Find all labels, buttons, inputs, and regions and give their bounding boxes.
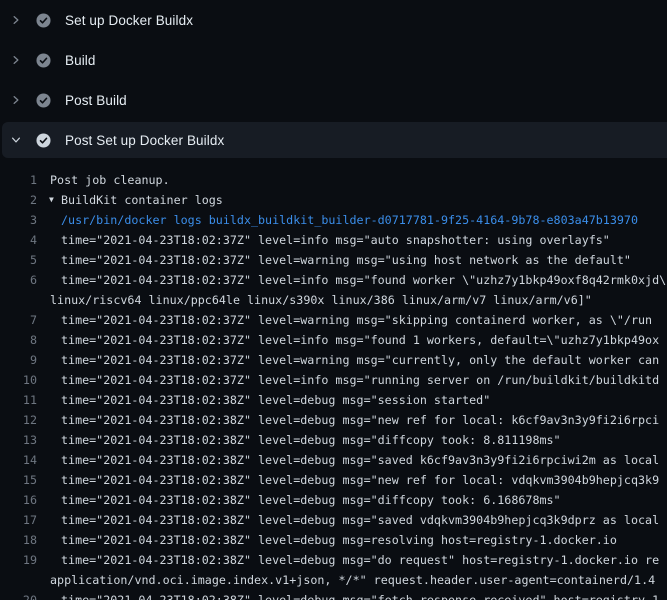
log-line-text: time="2021-04-23T18:02:38Z" level=debug … — [61, 410, 659, 430]
log-line: 17 time="2021-04-23T18:02:38Z" level=deb… — [0, 510, 667, 530]
step-row-build[interactable]: Build — [0, 40, 667, 80]
log-line-text: /usr/bin/docker logs buildx_buildkit_bui… — [61, 210, 638, 230]
log-line-text: application/vnd.oci.image.index.v1+json,… — [50, 570, 655, 590]
log-line-text: time="2021-04-23T18:02:38Z" level=debug … — [61, 550, 659, 570]
log-line-text: time="2021-04-23T18:02:38Z" level=debug … — [61, 590, 659, 600]
log-line-number[interactable]: 20 — [0, 590, 37, 600]
log-line-text: time="2021-04-23T18:02:38Z" level=debug … — [61, 470, 659, 490]
log-line: 3 /usr/bin/docker logs buildx_buildkit_b… — [0, 210, 667, 230]
check-circle-icon — [36, 13, 51, 28]
log-line: application/vnd.oci.image.index.v1+json,… — [0, 570, 667, 590]
log-line-text: time="2021-04-23T18:02:38Z" level=debug … — [61, 390, 490, 410]
log-line-text: time="2021-04-23T18:02:37Z" level=warnin… — [61, 310, 652, 330]
step-row-post-set-up-docker-buildx[interactable]: Post Set up Docker Buildx — [2, 122, 667, 158]
log-line-text: time="2021-04-23T18:02:37Z" level=info m… — [61, 330, 659, 350]
log-line-number[interactable]: 8 — [0, 330, 37, 350]
step-title: Post Build — [65, 93, 127, 108]
log-line-text: time="2021-04-23T18:02:37Z" level=info m… — [61, 230, 610, 250]
log-line-text: BuildKit container logs — [61, 190, 223, 210]
log-line: 18 time="2021-04-23T18:02:38Z" level=deb… — [0, 530, 667, 550]
step-title: Build — [65, 53, 96, 68]
log-line: linux/riscv64 linux/ppc64le linux/s390x … — [0, 290, 667, 310]
log-line-number[interactable]: 12 — [0, 410, 37, 430]
log-line: 13 time="2021-04-23T18:02:38Z" level=deb… — [0, 430, 667, 450]
chevron-down-icon — [10, 134, 22, 146]
log-line: 5 time="2021-04-23T18:02:37Z" level=warn… — [0, 250, 667, 270]
log-line-number[interactable]: 6 — [0, 270, 37, 290]
group-expander-icon[interactable]: ▼ — [49, 190, 61, 210]
log-line-text: time="2021-04-23T18:02:37Z" level=info m… — [61, 370, 659, 390]
log-line: 15 time="2021-04-23T18:02:38Z" level=deb… — [0, 470, 667, 490]
log-area: 1 Post job cleanup. 2 ▼ BuildKit contain… — [0, 160, 667, 600]
log-line: 10 time="2021-04-23T18:02:37Z" level=inf… — [0, 370, 667, 390]
log-line-number[interactable]: 16 — [0, 490, 37, 510]
log-line-text: time="2021-04-23T18:02:37Z" level=warnin… — [61, 350, 659, 370]
log-line-text: time="2021-04-23T18:02:38Z" level=debug … — [61, 490, 561, 510]
log-line: 11 time="2021-04-23T18:02:38Z" level=deb… — [0, 390, 667, 410]
log-line: 8 time="2021-04-23T18:02:37Z" level=info… — [0, 330, 667, 350]
log-line: 7 time="2021-04-23T18:02:37Z" level=warn… — [0, 310, 667, 330]
log-line-number[interactable]: 3 — [0, 210, 37, 230]
log-line: 9 time="2021-04-23T18:02:37Z" level=warn… — [0, 350, 667, 370]
log-line-text: time="2021-04-23T18:02:37Z" level=warnin… — [61, 250, 631, 270]
step-row-post-build[interactable]: Post Build — [0, 80, 667, 120]
step-row-set-up-docker-buildx[interactable]: Set up Docker Buildx — [0, 0, 667, 40]
log-line-text: time="2021-04-23T18:02:38Z" level=debug … — [61, 450, 659, 470]
log-line-number[interactable]: 11 — [0, 390, 37, 410]
log-line: 4 time="2021-04-23T18:02:37Z" level=info… — [0, 230, 667, 250]
log-line-number[interactable] — [0, 290, 37, 310]
check-circle-icon — [36, 93, 51, 108]
log-line-text: time="2021-04-23T18:02:38Z" level=debug … — [61, 430, 561, 450]
log-line: 1 Post job cleanup. — [0, 170, 667, 190]
chevron-right-icon — [10, 14, 22, 26]
step-title: Post Set up Docker Buildx — [65, 133, 224, 148]
log-line-number[interactable]: 17 — [0, 510, 37, 530]
log-line-number[interactable]: 4 — [0, 230, 37, 250]
log-line: 14 time="2021-04-23T18:02:38Z" level=deb… — [0, 450, 667, 470]
log-line-number[interactable]: 9 — [0, 350, 37, 370]
workflow-log-viewer: Set up Docker Buildx Build Post Build Po… — [0, 0, 667, 600]
log-line-text: linux/riscv64 linux/ppc64le linux/s390x … — [50, 290, 592, 310]
log-line-text: time="2021-04-23T18:02:37Z" level=info m… — [61, 270, 667, 290]
log-line-number[interactable]: 19 — [0, 550, 37, 570]
log-line-number[interactable]: 5 — [0, 250, 37, 270]
check-circle-icon — [36, 53, 51, 68]
chevron-right-icon — [10, 94, 22, 106]
log-line-number[interactable]: 7 — [0, 310, 37, 330]
log-line: 19 time="2021-04-23T18:02:38Z" level=deb… — [0, 550, 667, 570]
log-line: 2 ▼ BuildKit container logs — [0, 190, 667, 210]
log-line-text: time="2021-04-23T18:02:38Z" level=debug … — [61, 530, 617, 550]
log-line-number[interactable]: 13 — [0, 430, 37, 450]
step-list: Set up Docker Buildx Build Post Build Po… — [0, 0, 667, 158]
check-circle-icon — [36, 133, 51, 148]
log-line-number[interactable]: 10 — [0, 370, 37, 390]
log-line-number[interactable]: 14 — [0, 450, 37, 470]
log-line: 20 time="2021-04-23T18:02:38Z" level=deb… — [0, 590, 667, 600]
log-line-text: time="2021-04-23T18:02:38Z" level=debug … — [61, 510, 659, 530]
log-line-number[interactable] — [0, 570, 37, 590]
chevron-right-icon — [10, 54, 22, 66]
log-line-number[interactable]: 15 — [0, 470, 37, 490]
log-line: 12 time="2021-04-23T18:02:38Z" level=deb… — [0, 410, 667, 430]
log-line-number[interactable]: 2 — [0, 190, 37, 210]
log-line: 6 time="2021-04-23T18:02:37Z" level=info… — [0, 270, 667, 290]
step-title: Set up Docker Buildx — [65, 13, 193, 28]
log-line-number[interactable]: 18 — [0, 530, 37, 550]
log-line-number[interactable]: 1 — [0, 170, 37, 190]
log-line: 16 time="2021-04-23T18:02:38Z" level=deb… — [0, 490, 667, 510]
log-line-text: Post job cleanup. — [50, 170, 170, 190]
